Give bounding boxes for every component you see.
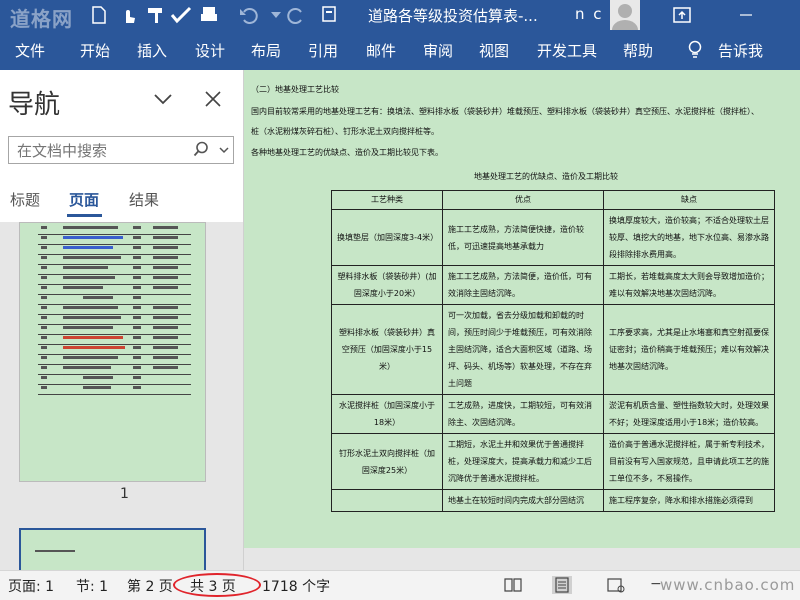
table-cell: 塑料排水板（袋装砂井）(加固深度小于20米） [331, 265, 443, 305]
highlight-ellipse [173, 573, 261, 597]
page-thumbnails: 1 [0, 222, 243, 570]
table-cell: 施工工艺成熟，方法简便快捷，造价较低，可迅速提高地基承载力 [442, 209, 604, 266]
new-document-icon[interactable] [88, 4, 110, 26]
table-cell: 换填垫层（加固深度3-4米） [331, 209, 443, 266]
user-avatar[interactable] [610, 0, 640, 30]
table-row: 塑料排水板（袋装砂井）(加固深度小于20米） 施工工艺成熟，方法简便，造价低，可… [331, 265, 775, 305]
undo-icon[interactable] [238, 4, 260, 26]
table-cell: 工序要求高，尤其是止水堵塞和真空射孤要保证密封；造价稍高于堆载预压；难以有效解决… [603, 304, 775, 395]
title-bar: 道格网 道路各等级投资估算表-... n c [0, 0, 800, 31]
tab-insert[interactable]: 插入 [137, 40, 167, 61]
paragraph-line: 国内目前较常采用的地基处理工艺有：换填法、塑料排水板（袋装砂井）堆载预压、塑料排… [251, 107, 759, 116]
lightbulb-icon [684, 39, 706, 61]
status-page-position[interactable]: 第 2 页 [127, 576, 173, 596]
tab-references[interactable]: 引用 [308, 40, 338, 61]
table-cell: 造价高于普通水泥搅拌桩，属于新专利技术，目前没有写入国家规范，且申请此项工艺的施… [603, 433, 775, 490]
tab-developer[interactable]: 开发工具 [537, 40, 597, 61]
search-options-dropdown-icon[interactable] [219, 139, 229, 164]
page-thumbnail-1[interactable] [19, 222, 206, 482]
status-word-count[interactable]: 1718 个字 [262, 576, 330, 596]
status-bar: 页面: 1 节: 1 第 2 页 共 3 页 1718 个字 − www.cnb… [0, 570, 800, 600]
active-tab-indicator [67, 214, 102, 217]
tab-mailings[interactable]: 邮件 [366, 40, 396, 61]
redo-icon[interactable] [285, 4, 307, 26]
tab-pages[interactable]: 页面 [69, 189, 99, 210]
ribbon-tabs: 文件 开始 插入 设计 布局 引用 邮件 审阅 视图 开发工具 帮助 告诉我 [0, 30, 800, 70]
table-cell: 水泥搅拌桩（加固深度小于18米） [331, 394, 443, 434]
tab-results[interactable]: 结果 [129, 189, 159, 210]
search-icon[interactable] [193, 141, 209, 161]
page-thumbnail-2[interactable] [19, 528, 206, 570]
tab-help[interactable]: 帮助 [623, 40, 653, 61]
search-input[interactable] [15, 140, 189, 162]
minimize-icon[interactable] [735, 4, 757, 26]
section-heading: （二）地基处理工艺比较 [251, 85, 339, 94]
table-cell: 施工工艺成熟，方法简便，造价低，可有效消除主固结沉降。 [442, 265, 604, 305]
table-header-row: 工艺种类 优点 缺点 [331, 190, 775, 210]
navigation-title: 导航 [8, 90, 61, 120]
web-layout-icon[interactable] [606, 576, 626, 594]
ribbon-display-options-icon[interactable] [671, 4, 693, 26]
format-painter-icon[interactable] [145, 4, 167, 26]
table-row: 钉形水泥土双向搅拌桩（加固深度25米） 工期短，水泥土并和效果优于普通搅拌桩，处… [331, 433, 775, 490]
table-cell: 淤泥有机质含量、塑性指数较大时，处理效果不好；处理深度适用小于18米；造价较高。 [603, 394, 775, 434]
document-title: 道路各等级投资估算表-... [368, 7, 538, 25]
comparison-table: 工艺种类 优点 缺点 换填垫层（加固深度3-4米） 施工工艺成熟，方法简便快捷，… [331, 190, 775, 512]
table-row: 换填垫层（加固深度3-4米） 施工工艺成熟，方法简便快捷，造价较低，可迅速提高地… [331, 209, 775, 266]
quick-print-icon[interactable] [198, 4, 220, 26]
table-cell: 工期短，水泥土并和效果优于普通搅拌桩，处理深度大，提高承载力和减少工后沉降优于普… [442, 433, 604, 490]
chevron-down-icon[interactable] [154, 90, 172, 109]
thumbnail-page-number: 1 [120, 486, 129, 502]
paragraph-line: 桩（水泥粉煤灰碎石桩）、钉形水泥土双向搅拌桩等。 [251, 127, 439, 136]
table-cell: 地基土在较短时间内完成大部分固结沉 [442, 489, 604, 512]
read-mode-icon[interactable] [503, 576, 523, 594]
paragraph-text: 各种地基处理工艺的优缺点、造价及工期比较见下表。 [251, 148, 443, 157]
document-page[interactable]: （二）地基处理工艺比较 国内目前较常采用的地基处理工艺有：换填法、塑料排水板（袋… [244, 70, 800, 548]
watermark-url: www.cnbao.com [660, 576, 796, 594]
table-cell: 换填厚度较大，造价较高；不适合处理软土层较厚、填挖大的地基，地下水位高、易渗水路… [603, 209, 775, 266]
status-page[interactable]: 页面: 1 [8, 576, 54, 596]
navigation-pane: 导航 标题 页面 结果 [0, 70, 244, 570]
touch-mode-icon[interactable] [118, 4, 140, 26]
tab-view[interactable]: 视图 [479, 40, 509, 61]
table-header: 缺点 [603, 190, 775, 210]
table-header: 工艺种类 [331, 190, 443, 210]
table-cell: 钉形水泥土双向搅拌桩（加固深度25米） [331, 433, 443, 490]
tell-me-search[interactable]: 告诉我 [718, 40, 763, 61]
table-cell: 工期长，若堆载高度太大则会导致增加造价；难以有效解决地基次固结沉降。 [603, 265, 775, 305]
table-cell: 施工程序复杂，降水和排水措施必须得到 [603, 489, 775, 512]
table-cell: 可一次加载，省去分级加载和卸载的时间，预压时间少于堆载预压，可有效消除主固结沉降… [442, 304, 604, 395]
close-icon[interactable] [205, 88, 221, 113]
user-name[interactable]: n c [575, 5, 604, 23]
table-header: 优点 [442, 190, 604, 210]
table-row: 塑料排水板（袋装砂井）真空预压（加固深度小于15米） 可一次加载，省去分级加载和… [331, 304, 775, 395]
document-area[interactable]: （二）地基处理工艺比较 国内目前较常采用的地基处理工艺有：换填法、塑料排水板（袋… [244, 70, 800, 570]
more-quick-access-icon[interactable] [318, 4, 340, 26]
table-cell: 工艺成熟，进度快，工期较短，可有效消除主、次固结沉降。 [442, 394, 604, 434]
tab-home[interactable]: 开始 [80, 40, 110, 61]
thumbnail-table-preview [38, 225, 191, 395]
table-row: 水泥搅拌桩（加固深度小于18米） 工艺成熟，进度快，工期较短，可有效消除主、次固… [331, 394, 775, 434]
spelling-check-icon[interactable] [170, 4, 192, 26]
tab-review[interactable]: 审阅 [423, 40, 453, 61]
tab-layout[interactable]: 布局 [251, 40, 281, 61]
table-cell [331, 489, 443, 512]
watermark-logo: 道格网 [10, 7, 73, 31]
tab-file[interactable]: 文件 [15, 40, 45, 61]
status-section[interactable]: 节: 1 [76, 576, 108, 596]
undo-dropdown-icon[interactable] [265, 4, 287, 26]
tab-headings[interactable]: 标题 [10, 189, 40, 210]
table-row: 地基土在较短时间内完成大部分固结沉 施工程序复杂，降水和排水措施必须得到 [331, 489, 775, 512]
print-layout-icon[interactable] [552, 576, 572, 594]
search-box [8, 136, 234, 164]
table-cell: 塑料排水板（袋装砂井）真空预压（加固深度小于15米） [331, 304, 443, 395]
tab-design[interactable]: 设计 [195, 40, 225, 61]
table-caption: 地基处理工艺的优缺点、造价及工期比较 [474, 172, 618, 181]
